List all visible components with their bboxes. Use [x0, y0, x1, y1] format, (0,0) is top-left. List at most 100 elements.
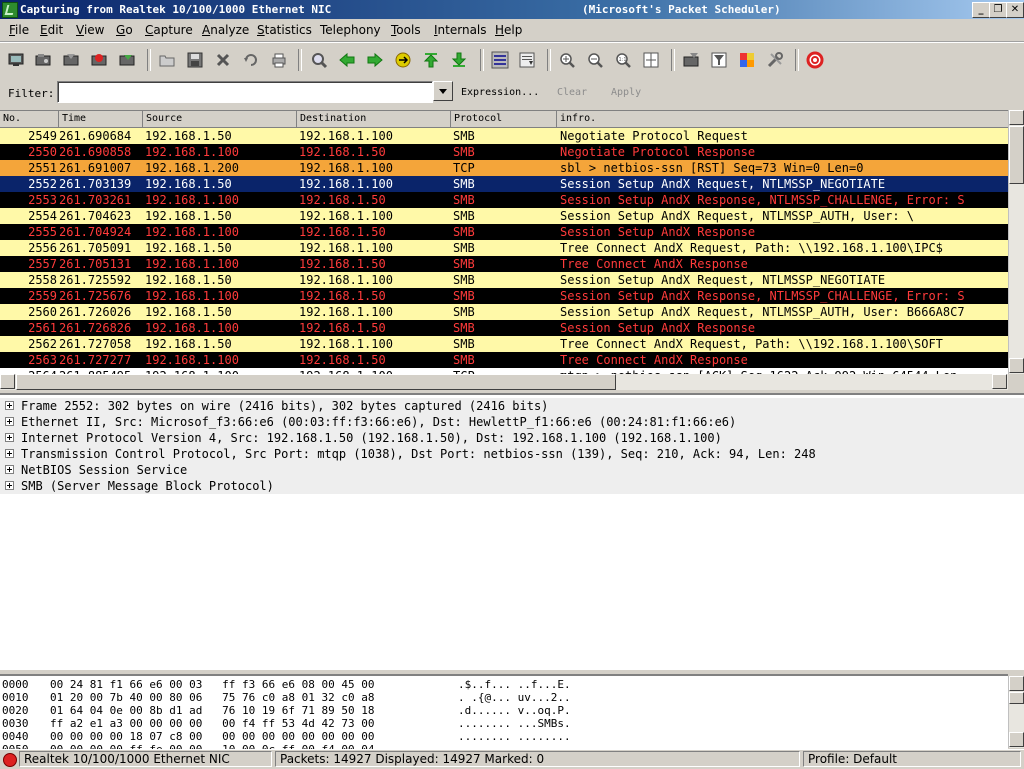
packet-list-hscrollbar[interactable] — [0, 374, 1008, 390]
menu-view[interactable]: View — [76, 23, 104, 37]
column-header-source[interactable]: Source — [143, 111, 297, 127]
expand-icon[interactable] — [5, 465, 14, 474]
zoom-out-icon[interactable] — [586, 51, 604, 69]
packet-row[interactable]: 2550 261.690858 192.168.1.100 192.168.1.50 S… — [0, 144, 1008, 160]
bytes-scroll-down[interactable] — [1009, 732, 1024, 747]
packet-list-vscrollbar[interactable] — [1008, 110, 1024, 374]
close-window-button[interactable]: ✕ — [1006, 2, 1024, 18]
menu-edit[interactable]: Edit — [40, 23, 63, 37]
detail-tree-item[interactable]: Internet Protocol Version 4, Src: 192.16… — [0, 430, 1024, 446]
print-icon[interactable] — [270, 51, 288, 69]
filter-input[interactable] — [57, 81, 433, 103]
packet-cell-info: Negotiate Protocol Request — [560, 129, 748, 143]
menu-go[interactable]: Go — [116, 23, 133, 37]
expert-info-icon[interactable] — [3, 753, 17, 767]
clear-button[interactable]: Clear — [557, 87, 587, 98]
packet-row[interactable]: 2553 261.703261 192.168.1.100 192.168.1.50 S… — [0, 192, 1008, 208]
menu-telephony[interactable]: Telephony — [320, 23, 381, 37]
expand-icon[interactable] — [5, 433, 14, 442]
status-profile[interactable]: Profile: Default — [803, 751, 1021, 767]
expand-icon[interactable] — [5, 449, 14, 458]
packet-row[interactable]: 2558 261.725592 192.168.1.50 192.168.1.100 S… — [0, 272, 1008, 288]
first-icon[interactable] — [422, 51, 440, 69]
wireshark-app-icon[interactable] — [2, 2, 18, 18]
packet-row[interactable]: 2557 261.705131 192.168.1.100 192.168.1.50 S… — [0, 256, 1008, 272]
save-icon[interactable] — [186, 51, 204, 69]
filter-dropdown-button[interactable] — [433, 81, 453, 101]
zoom-normal-icon[interactable]: 1:1 — [614, 51, 632, 69]
capture-filters-icon[interactable] — [682, 51, 700, 69]
packet-row[interactable]: 2562 261.727058 192.168.1.50 192.168.1.100 S… — [0, 336, 1008, 352]
packet-row[interactable]: 2556 261.705091 192.168.1.50 192.168.1.100 S… — [0, 240, 1008, 256]
colorize-icon[interactable] — [491, 51, 509, 69]
goto-icon[interactable] — [394, 51, 412, 69]
menu-tools[interactable]: Tools — [391, 23, 421, 37]
bytes-scroll-up[interactable] — [1009, 676, 1024, 691]
coloring-rules-icon[interactable] — [738, 51, 756, 69]
bytes-vscrollbar[interactable] — [1008, 676, 1024, 748]
minimize-button[interactable]: _ — [972, 2, 990, 18]
autoscroll-icon[interactable] — [518, 51, 536, 69]
resize-columns-icon[interactable] — [642, 51, 660, 69]
scroll-thumb[interactable] — [1009, 126, 1024, 184]
detail-tree-label: Internet Protocol Version 4, Src: 192.16… — [21, 431, 722, 445]
scroll-left-arrow[interactable] — [0, 374, 15, 389]
help-icon[interactable] — [806, 51, 824, 69]
packet-row[interactable]: 2549 261.690684 192.168.1.50 192.168.1.100 S… — [0, 128, 1008, 144]
hscroll-thumb[interactable] — [16, 374, 616, 390]
column-header-time[interactable]: Time — [59, 111, 143, 127]
detail-tree-item[interactable]: Transmission Control Protocol, Src Port:… — [0, 446, 1024, 462]
detail-tree-item[interactable]: NetBIOS Session Service — [0, 462, 1024, 478]
reload-icon[interactable] — [242, 51, 260, 69]
stop-icon[interactable] — [90, 51, 108, 69]
restart-icon[interactable] — [118, 51, 136, 69]
packet-bytes-pane[interactable]: 0000 00 24 81 f1 66 e6 00 03 ff f3 66 e6 … — [0, 674, 1008, 750]
packet-row[interactable]: 2552 261.703139 192.168.1.50 192.168.1.100 S… — [0, 176, 1008, 192]
menu-internals[interactable]: Internals — [434, 23, 487, 37]
close-icon[interactable] — [214, 51, 232, 69]
apply-button[interactable]: Apply — [611, 87, 641, 98]
detail-tree-item[interactable]: Ethernet II, Src: Microsof_f3:66:e6 (00:… — [0, 414, 1024, 430]
expression-button[interactable]: Expression... — [461, 87, 539, 98]
expand-icon[interactable] — [5, 417, 14, 426]
packet-row[interactable]: 2559 261.725676 192.168.1.100 192.168.1.50 S… — [0, 288, 1008, 304]
packet-list[interactable]: No. Time Source Destination Protocol inf… — [0, 110, 1008, 375]
expand-icon[interactable] — [5, 401, 14, 410]
column-header-info[interactable]: infro. — [557, 111, 1008, 127]
display-filters-icon[interactable] — [710, 51, 728, 69]
detail-tree-item[interactable]: Frame 2552: 302 bytes on wire (2416 bits… — [0, 398, 1024, 414]
find-icon[interactable] — [310, 51, 328, 69]
last-icon[interactable] — [450, 51, 468, 69]
column-header-destination[interactable]: Destination — [297, 111, 451, 127]
scroll-up-arrow[interactable] — [1009, 110, 1024, 125]
forward-icon[interactable] — [366, 51, 384, 69]
column-header-protocol[interactable]: Protocol — [451, 111, 557, 127]
menu-analyze[interactable]: Analyze — [202, 23, 249, 37]
start-icon[interactable] — [62, 51, 80, 69]
maximize-button[interactable]: ❐ — [989, 2, 1007, 18]
scroll-right-arrow[interactable] — [992, 374, 1007, 389]
menu-statistics[interactable]: Statistics — [257, 23, 312, 37]
packet-row[interactable]: 2555 261.704924 192.168.1.100 192.168.1.50 S… — [0, 224, 1008, 240]
column-header-no[interactable]: No. — [0, 111, 59, 127]
menu-capture[interactable]: Capture — [145, 23, 193, 37]
packet-row[interactable]: 2551 261.691007 192.168.1.200 192.168.1.100… — [0, 160, 1008, 176]
packet-row[interactable]: 2563 261.727277 192.168.1.100 192.168.1.50 S… — [0, 352, 1008, 368]
scroll-down-arrow[interactable] — [1009, 358, 1024, 373]
options-icon[interactable] — [34, 51, 52, 69]
bytes-scroll-thumb[interactable] — [1009, 692, 1024, 704]
open-icon[interactable] — [158, 51, 176, 69]
interfaces-icon[interactable] — [7, 51, 25, 69]
title-bar[interactable]: Capturing from Realtek 10/100/1000 Ether… — [0, 0, 1024, 19]
packet-row[interactable]: 2560 261.726026 192.168.1.50 192.168.1.100 S… — [0, 304, 1008, 320]
packet-row[interactable]: 2561 261.726826 192.168.1.100 192.168.1.50 S… — [0, 320, 1008, 336]
preferences-icon[interactable] — [766, 51, 784, 69]
expand-icon[interactable] — [5, 481, 14, 490]
menu-help[interactable]: Help — [495, 23, 522, 37]
menu-file[interactable]: File — [9, 23, 29, 37]
detail-tree-item[interactable]: SMB (Server Message Block Protocol) — [0, 478, 1024, 494]
packet-row[interactable]: 2554 261.704623 192.168.1.50 192.168.1.100 S… — [0, 208, 1008, 224]
zoom-in-icon[interactable] — [558, 51, 576, 69]
packet-details-pane[interactable]: Frame 2552: 302 bytes on wire (2416 bits… — [0, 393, 1024, 670]
back-icon[interactable] — [338, 51, 356, 69]
